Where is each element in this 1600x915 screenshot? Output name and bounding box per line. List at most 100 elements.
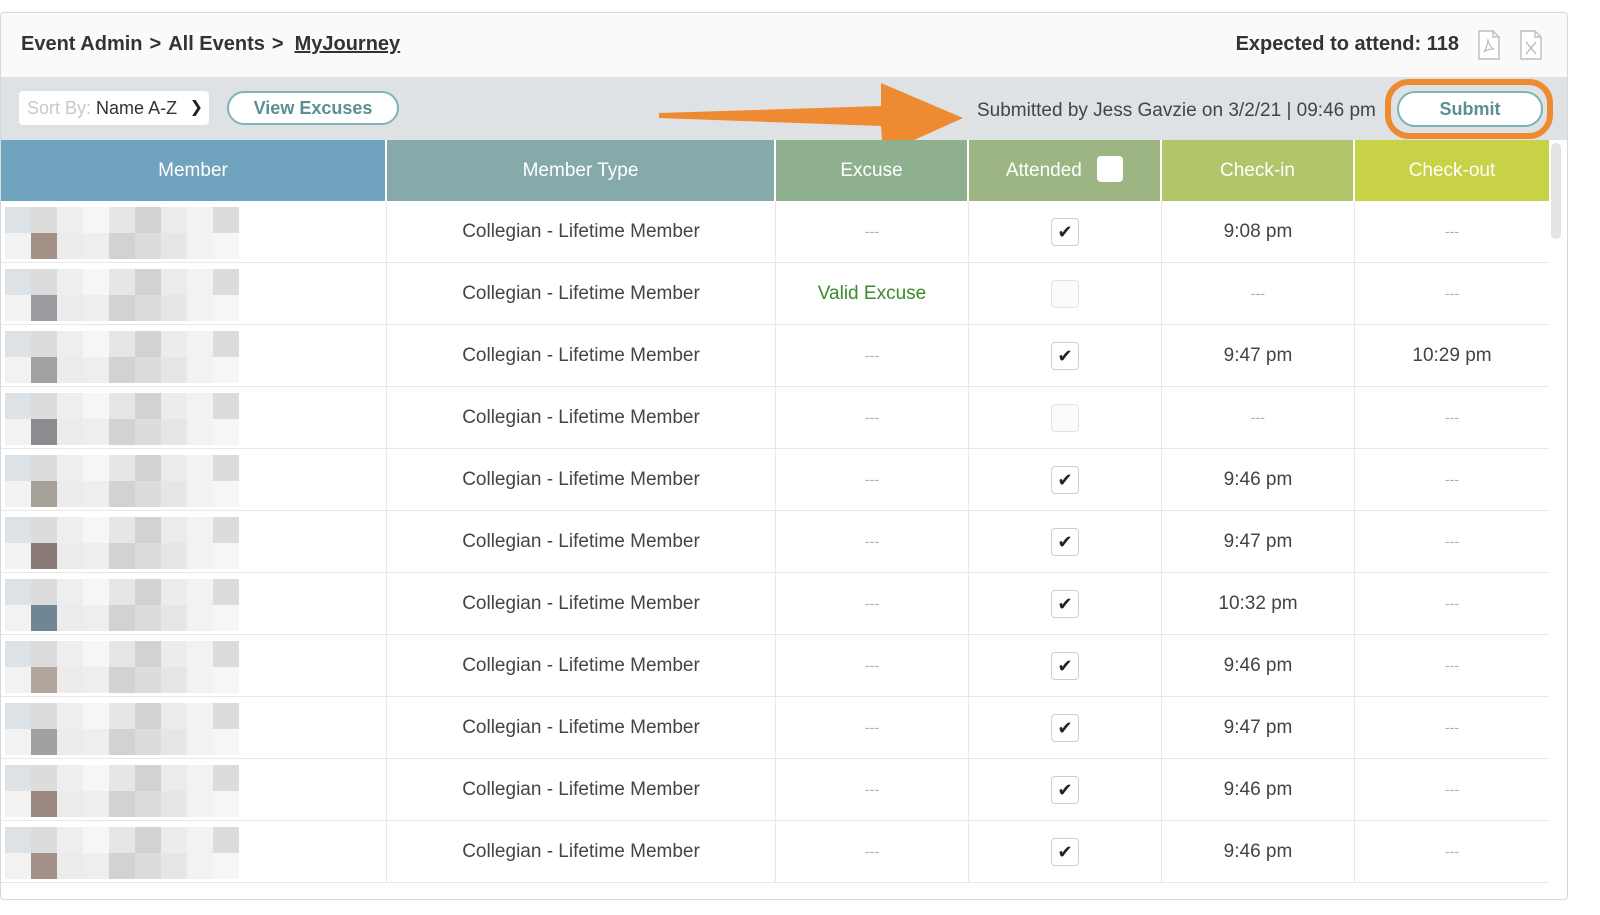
excel-export-icon[interactable] (1519, 30, 1543, 60)
column-excuse[interactable]: Excuse (776, 140, 969, 201)
scrollbar[interactable] (1551, 143, 1561, 239)
redacted-member-image (5, 331, 255, 383)
breadcrumb-event-admin[interactable]: Event Admin (21, 33, 143, 55)
table-row[interactable]: Collegian - Lifetime Member --- ✔ 10:32 pm -… (1, 573, 1549, 635)
attendance-panel: Event Admin > All Events > MyJourney Expecte… (0, 12, 1568, 900)
attended-checkbox[interactable]: ✔ (1051, 589, 1079, 618)
attended-checkbox[interactable]: ✔ (1051, 837, 1079, 866)
breadcrumb-current-event[interactable]: MyJourney (295, 33, 401, 55)
table-row[interactable]: Collegian - Lifetime Member --- ✔ 9:47 pm 10… (1, 325, 1549, 387)
check-in-time: 9:47 pm (1162, 325, 1355, 386)
attended-checkbox[interactable]: ✔ (1051, 465, 1079, 494)
table-row[interactable]: Collegian - Lifetime Member --- ✔ 9:47 pm --… (1, 511, 1549, 573)
attended-checkbox[interactable]: ✔ (1051, 713, 1079, 742)
excuse-status: --- (776, 201, 969, 262)
check-out-time: --- (1445, 843, 1459, 859)
excuse-status: --- (776, 573, 969, 634)
attended-cell: ✔ (969, 759, 1162, 820)
view-excuses-button[interactable]: View Excuses (227, 91, 399, 125)
column-member[interactable]: Member (1, 140, 387, 201)
table-header: Member Member Type Excuse Attended Check… (1, 140, 1549, 201)
attended-cell: ✔ (969, 201, 1162, 262)
check-out-time: --- (1445, 595, 1459, 611)
member-type: Collegian - Lifetime Member (387, 449, 776, 510)
table-row[interactable]: Collegian - Lifetime Member --- ✔ 9:46 pm --… (1, 821, 1549, 883)
column-member-type[interactable]: Member Type (387, 140, 776, 201)
check-in-time: --- (1162, 263, 1355, 324)
redacted-member-image (5, 393, 255, 445)
member-type: Collegian - Lifetime Member (387, 387, 776, 448)
redacted-member-image (5, 765, 255, 817)
member-name-redacted[interactable] (1, 573, 387, 634)
excuse-status[interactable]: Valid Excuse (776, 263, 969, 324)
redacted-member-image (5, 579, 255, 631)
attended-cell (969, 387, 1162, 448)
attended-checkbox[interactable]: ✔ (1051, 341, 1079, 370)
attended-checkbox[interactable]: ✔ (1051, 775, 1079, 804)
member-name-redacted[interactable] (1, 449, 387, 510)
redacted-member-image (5, 827, 255, 879)
check-out-time: --- (1445, 533, 1459, 549)
member-type: Collegian - Lifetime Member (387, 263, 776, 324)
column-check-out[interactable]: Check-out (1355, 140, 1549, 201)
excuse-status: --- (776, 325, 969, 386)
check-in-time: 9:46 pm (1162, 821, 1355, 882)
excuse-status: --- (776, 387, 969, 448)
check-out-time: --- (1445, 719, 1459, 735)
member-type: Collegian - Lifetime Member (387, 511, 776, 572)
attended-checkbox[interactable]: ✔ (1051, 651, 1079, 680)
member-type: Collegian - Lifetime Member (387, 759, 776, 820)
page-header: Event Admin > All Events > MyJourney Expecte… (1, 13, 1567, 78)
sort-select[interactable]: Sort By: Name A-Z ❯ (19, 91, 209, 125)
table-row[interactable]: Collegian - Lifetime Member --- ✔ 9:47 pm --… (1, 697, 1549, 759)
attended-checkbox[interactable] (1051, 403, 1079, 432)
check-in-time: 9:08 pm (1162, 201, 1355, 262)
attended-cell: ✔ (969, 325, 1162, 386)
redacted-member-image (5, 641, 255, 693)
member-name-redacted[interactable] (1, 511, 387, 572)
member-name-redacted[interactable] (1, 635, 387, 696)
member-name-redacted[interactable] (1, 201, 387, 262)
member-name-redacted[interactable] (1, 263, 387, 324)
table-row[interactable]: Collegian - Lifetime Member --- ✔ 9:46 pm --… (1, 449, 1549, 511)
redacted-member-image (5, 207, 255, 259)
attended-checkbox[interactable]: ✔ (1051, 527, 1079, 556)
member-type: Collegian - Lifetime Member (387, 325, 776, 386)
column-attended-label: Attended (1005, 160, 1082, 181)
check-in-time: 10:32 pm (1162, 573, 1355, 634)
table-row[interactable]: Collegian - Lifetime Member --- ✔ 9:46 pm --… (1, 635, 1549, 697)
check-in-time: 9:47 pm (1162, 697, 1355, 758)
select-all-attended-checkbox[interactable] (1097, 155, 1124, 182)
member-name-redacted[interactable] (1, 697, 387, 758)
excuse-status: --- (776, 449, 969, 510)
table-row[interactable]: Collegian - Lifetime Member Valid Excuse -… (1, 263, 1549, 325)
member-type: Collegian - Lifetime Member (387, 697, 776, 758)
breadcrumb: Event Admin > All Events > MyJourney (21, 33, 400, 56)
member-name-redacted[interactable] (1, 387, 387, 448)
table-row[interactable]: Collegian - Lifetime Member --- --- --- (1, 387, 1549, 449)
column-check-in[interactable]: Check-in (1162, 140, 1355, 201)
member-type: Collegian - Lifetime Member (387, 635, 776, 696)
member-type: Collegian - Lifetime Member (387, 201, 776, 262)
attended-cell: ✔ (969, 821, 1162, 882)
check-out-time: --- (1445, 285, 1459, 301)
member-name-redacted[interactable] (1, 325, 387, 386)
table-row[interactable]: Collegian - Lifetime Member --- ✔ 9:08 pm --… (1, 201, 1549, 263)
column-attended: Attended (969, 140, 1162, 201)
check-out-time: --- (1445, 657, 1459, 673)
attended-checkbox[interactable] (1051, 279, 1079, 308)
attended-cell (969, 263, 1162, 324)
table-row[interactable]: Collegian - Lifetime Member --- ✔ 9:46 pm --… (1, 759, 1549, 821)
excuse-status: --- (776, 635, 969, 696)
member-name-redacted[interactable] (1, 821, 387, 882)
submit-button[interactable]: Submit (1397, 91, 1543, 127)
check-out-time: --- (1445, 471, 1459, 487)
breadcrumb-all-events[interactable]: All Events (168, 33, 265, 55)
annotation-arrow (659, 83, 963, 140)
attended-checkbox[interactable]: ✔ (1051, 217, 1079, 246)
expected-attendance: Expected to attend: 118 (1235, 33, 1459, 55)
attended-cell: ✔ (969, 697, 1162, 758)
check-out-time: --- (1445, 409, 1459, 425)
member-name-redacted[interactable] (1, 759, 387, 820)
pdf-export-icon[interactable] (1477, 30, 1501, 60)
